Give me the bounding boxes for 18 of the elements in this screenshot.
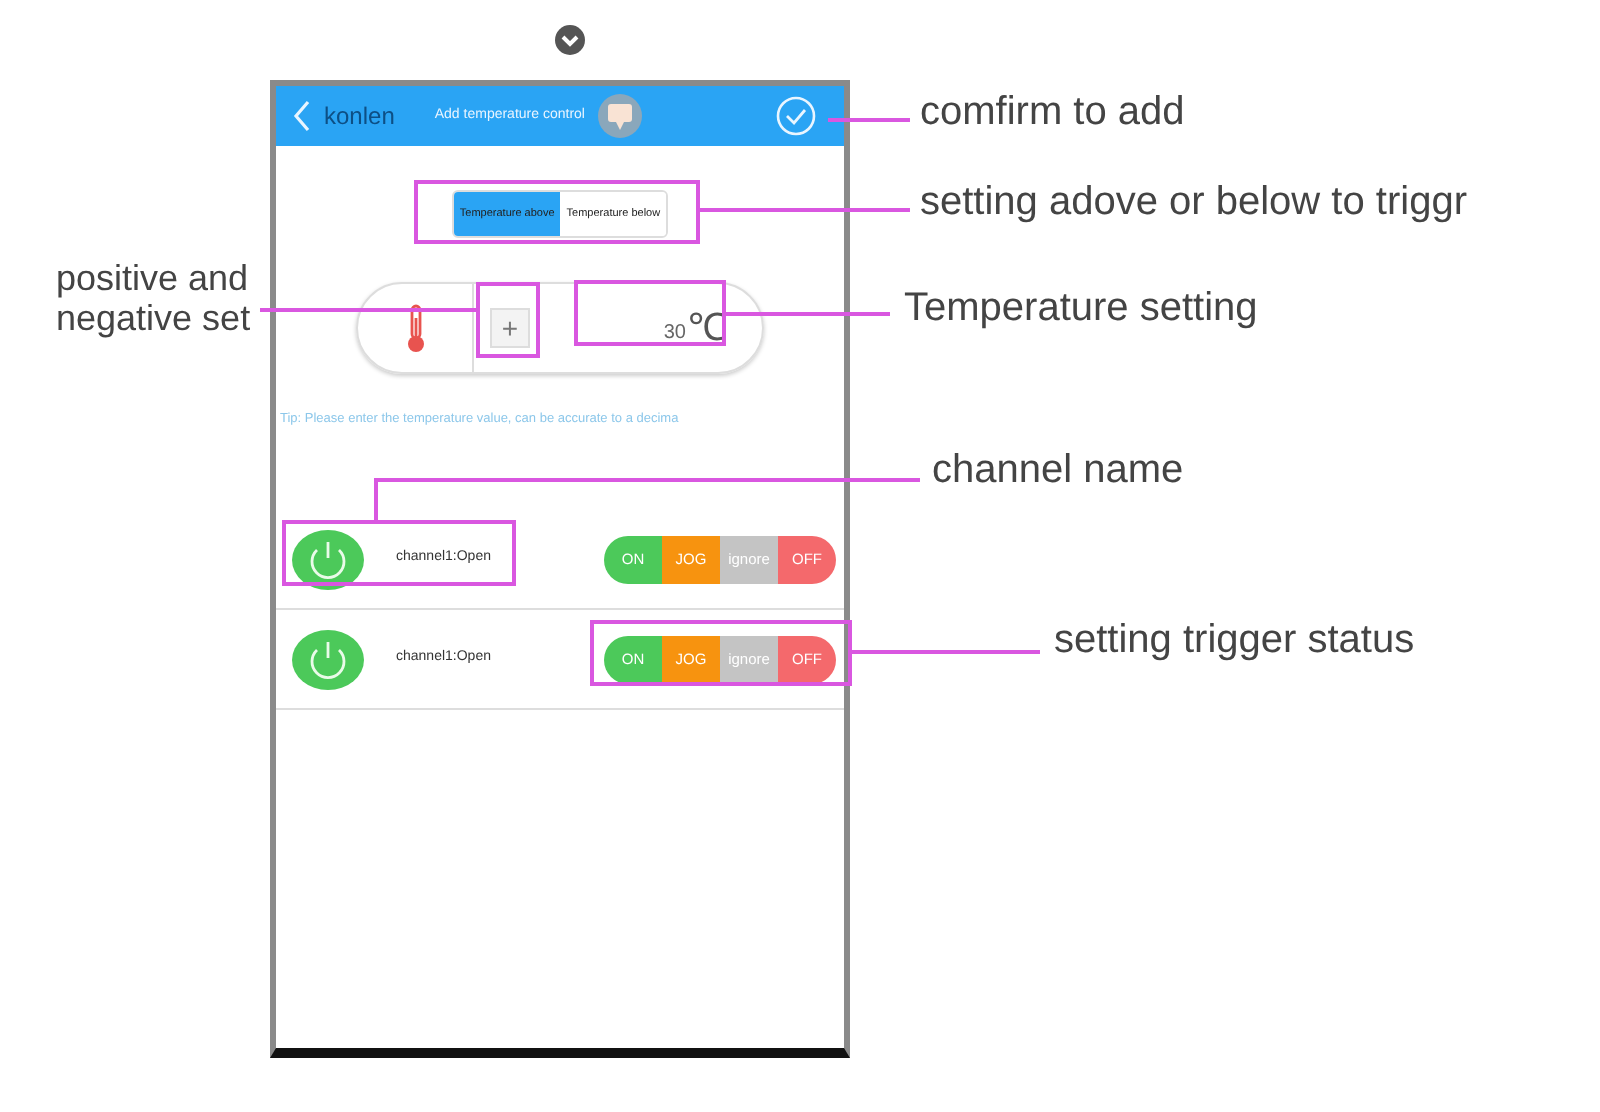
leader-line [828, 118, 910, 122]
power-icon[interactable] [292, 529, 364, 589]
back-link[interactable]: konlen [324, 98, 395, 134]
annotation-label: positive and negative set [56, 258, 253, 339]
callout-box [476, 282, 540, 358]
sign-button[interactable]: + [490, 308, 530, 349]
back-icon[interactable] [292, 100, 312, 132]
thermometer-icon [403, 302, 427, 355]
chevron-down-icon[interactable] [554, 24, 586, 56]
annotation-label: setting trigger status [1054, 618, 1415, 663]
power-icon[interactable] [292, 629, 364, 689]
chat-bubble-icon[interactable] [596, 92, 645, 140]
annotation-label: comfirm to add [920, 90, 1185, 135]
annotation-label: channel name [932, 448, 1184, 493]
annotation-label: setting adove or below to triggr [920, 180, 1467, 225]
annotation-label: Temperature setting [904, 286, 1258, 331]
confirm-icon[interactable] [776, 96, 816, 136]
temperature-value: 30 [663, 319, 686, 348]
